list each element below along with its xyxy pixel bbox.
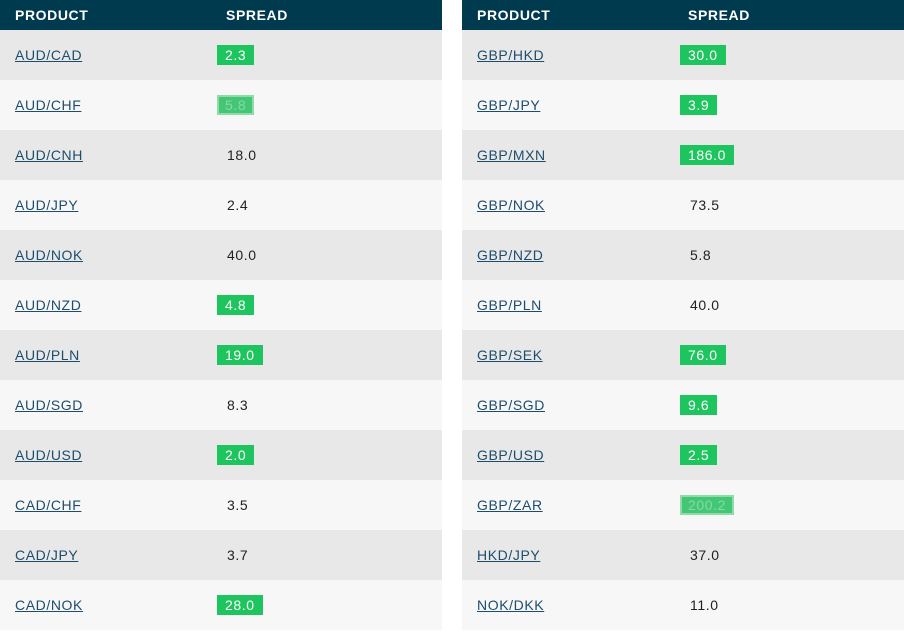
table-row: GBP/ZAR 200.2 <box>462 480 904 530</box>
product-link[interactable]: AUD/CHF <box>15 96 81 114</box>
product-link[interactable]: GBP/ZAR <box>477 496 543 514</box>
spread-value: 73.5 <box>690 197 720 213</box>
table-row: AUD/CHF 5.8 <box>0 80 442 130</box>
spread-value: 3.9 <box>680 95 718 115</box>
product-link[interactable]: CAD/NOK <box>15 596 83 614</box>
product-link[interactable]: GBP/JPY <box>477 96 540 114</box>
spread-column-header: SPREAD <box>226 7 288 23</box>
spread-value: 40.0 <box>690 297 720 313</box>
spread-value: 2.4 <box>227 197 249 213</box>
spread-table-left: PRODUCT SPREAD AUD/CAD 2.3 AUD/CHF 5.8 AUD/C… <box>0 0 442 630</box>
spread-table-right: PRODUCT SPREAD GBP/HKD 30.0 GBP/JPY 3.9 GBP/… <box>462 0 904 630</box>
product-link[interactable]: AUD/CAD <box>15 46 82 64</box>
table-row: GBP/SGD 9.6 <box>462 380 904 430</box>
table-row: AUD/PLN 19.0 <box>0 330 442 380</box>
product-link[interactable]: AUD/NOK <box>15 246 83 264</box>
table-header: PRODUCT SPREAD <box>462 0 904 30</box>
product-link[interactable]: AUD/CNH <box>15 146 83 164</box>
table-row: CAD/JPY 3.7 <box>0 530 442 580</box>
table-row: NOK/DKK 11.0 <box>462 580 904 630</box>
product-link[interactable]: AUD/JPY <box>15 196 78 214</box>
spread-column-header: SPREAD <box>688 7 750 23</box>
product-link[interactable]: AUD/USD <box>15 446 82 464</box>
spread-value: 5.8 <box>690 247 712 263</box>
table-row: CAD/NOK 28.0 <box>0 580 442 630</box>
spread-value: 8.3 <box>227 397 249 413</box>
table-row: AUD/CAD 2.3 <box>0 30 442 80</box>
product-link[interactable]: GBP/MXN <box>477 146 546 164</box>
table-row: GBP/SEK 76.0 <box>462 330 904 380</box>
product-link[interactable]: NOK/DKK <box>477 596 544 614</box>
spread-tables: PRODUCT SPREAD AUD/CAD 2.3 AUD/CHF 5.8 AUD/C… <box>0 0 904 632</box>
table-row: GBP/USD 2.5 <box>462 430 904 480</box>
table-row: GBP/HKD 30.0 <box>462 30 904 80</box>
table-row: AUD/NZD 4.8 <box>0 280 442 330</box>
product-link[interactable]: CAD/JPY <box>15 546 78 564</box>
product-link[interactable]: GBP/PLN <box>477 296 542 314</box>
spread-value: 2.3 <box>217 45 255 65</box>
table-row: HKD/JPY 37.0 <box>462 530 904 580</box>
table-row: AUD/USD 2.0 <box>0 430 442 480</box>
product-link[interactable]: AUD/PLN <box>15 346 80 364</box>
spread-value: 3.5 <box>227 497 249 513</box>
spread-value: 40.0 <box>227 247 257 263</box>
product-column-header: PRODUCT <box>477 7 551 23</box>
table-row: GBP/JPY 3.9 <box>462 80 904 130</box>
table-row: GBP/NZD 5.8 <box>462 230 904 280</box>
product-link[interactable]: AUD/SGD <box>15 396 83 414</box>
product-link[interactable]: CAD/CHF <box>15 496 81 514</box>
spread-value: 2.5 <box>680 445 718 465</box>
spread-value: 4.8 <box>217 295 255 315</box>
table-row: GBP/PLN 40.0 <box>462 280 904 330</box>
spread-value: 2.0 <box>217 445 255 465</box>
table-row: GBP/NOK 73.5 <box>462 180 904 230</box>
product-link[interactable]: GBP/SGD <box>477 396 545 414</box>
table-row: AUD/SGD 8.3 <box>0 380 442 430</box>
spread-value: 30.0 <box>680 45 726 65</box>
product-link[interactable]: GBP/SEK <box>477 346 543 364</box>
spread-value: 37.0 <box>690 547 720 563</box>
table-row: GBP/MXN 186.0 <box>462 130 904 180</box>
table-row: AUD/JPY 2.4 <box>0 180 442 230</box>
table-row: AUD/CNH 18.0 <box>0 130 442 180</box>
spread-value: 28.0 <box>217 595 263 615</box>
product-link[interactable]: GBP/USD <box>477 446 544 464</box>
spread-value: 9.6 <box>680 395 718 415</box>
table-row: CAD/CHF 3.5 <box>0 480 442 530</box>
product-link[interactable]: HKD/JPY <box>477 546 540 564</box>
spread-value: 76.0 <box>680 345 726 365</box>
product-link[interactable]: GBP/NOK <box>477 196 545 214</box>
spread-value: 11.0 <box>690 597 719 613</box>
product-column-header: PRODUCT <box>15 7 89 23</box>
spread-value: 18.0 <box>227 147 257 163</box>
table-body: AUD/CAD 2.3 AUD/CHF 5.8 AUD/CNH 18.0 AUD/JPY 2.… <box>0 30 442 630</box>
spread-value: 3.7 <box>227 547 249 563</box>
product-link[interactable]: GBP/NZD <box>477 246 543 264</box>
spread-value: 200.2 <box>680 495 735 515</box>
product-link[interactable]: GBP/HKD <box>477 46 544 64</box>
spread-value: 19.0 <box>217 345 263 365</box>
table-row: AUD/NOK 40.0 <box>0 230 442 280</box>
spread-value: 5.8 <box>217 95 255 115</box>
table-body: GBP/HKD 30.0 GBP/JPY 3.9 GBP/MXN 186.0 GBP/NOK… <box>462 30 904 630</box>
product-link[interactable]: AUD/NZD <box>15 296 81 314</box>
table-header: PRODUCT SPREAD <box>0 0 442 30</box>
spread-value: 186.0 <box>680 145 735 165</box>
